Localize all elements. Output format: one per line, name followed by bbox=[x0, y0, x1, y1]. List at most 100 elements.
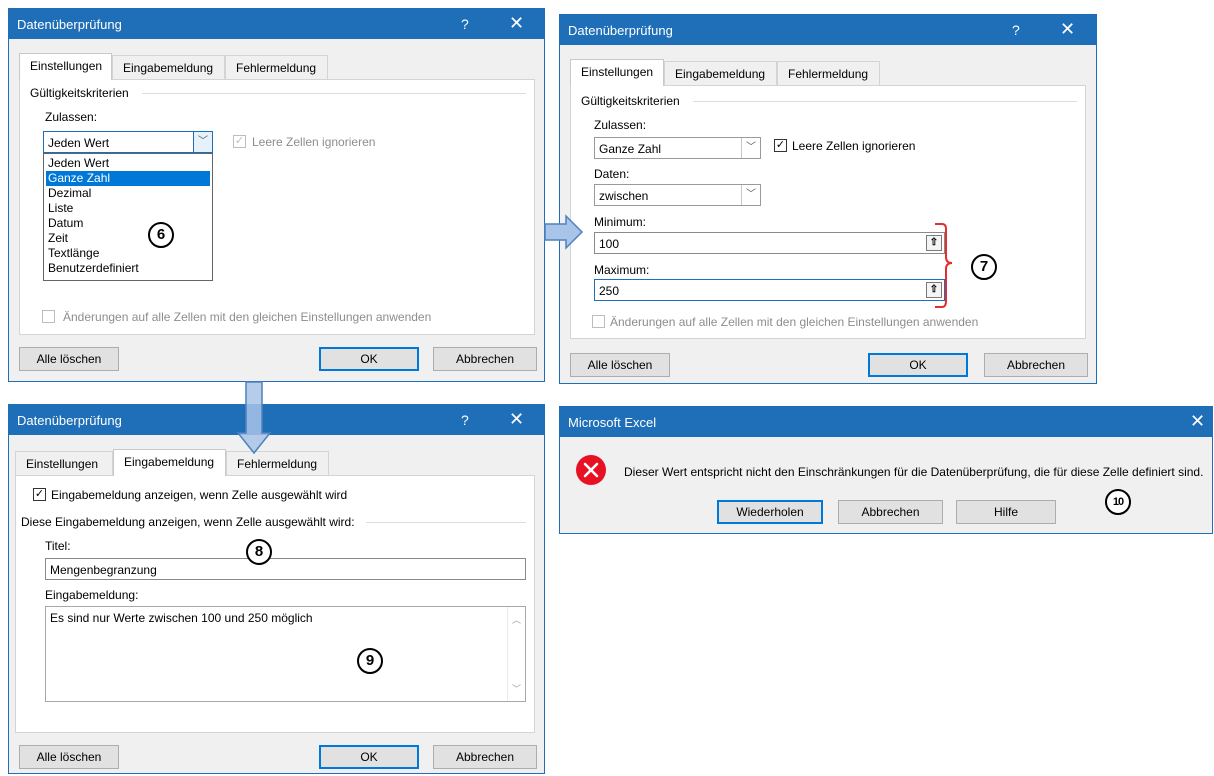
title-input[interactable]: Mengenbegranzung bbox=[45, 558, 526, 580]
tab-input-message[interactable]: Eingabemeldung bbox=[113, 449, 226, 476]
show-input-message-label: Eingabemeldung anzeigen, wenn Zelle ausg… bbox=[51, 488, 348, 502]
dropdown-option[interactable]: Liste bbox=[46, 201, 210, 216]
tab-label: Eingabemeldung bbox=[124, 455, 215, 469]
scroll-down-icon[interactable]: ﹀ bbox=[508, 682, 525, 695]
tab-input-message[interactable]: Eingabemeldung bbox=[112, 55, 225, 79]
data-select[interactable]: zwischen ﹀ bbox=[594, 184, 761, 206]
close-icon[interactable]: ✕ bbox=[1060, 19, 1075, 40]
help-label: Hilfe bbox=[993, 505, 1018, 519]
cancel-label: Abbrechen bbox=[455, 750, 515, 764]
minimum-value: 100 bbox=[599, 237, 620, 251]
flow-arrow-right bbox=[544, 214, 584, 250]
cancel-label: Abbrechen bbox=[455, 352, 515, 366]
title-label: Titel: bbox=[45, 539, 71, 553]
group-divider bbox=[366, 522, 526, 523]
minimum-input[interactable]: 100 ⇧ bbox=[594, 232, 945, 254]
dropdown-option[interactable]: Zeit bbox=[46, 231, 210, 246]
tab-label: Fehlermeldung bbox=[788, 67, 869, 81]
close-icon[interactable]: ✕ bbox=[509, 409, 524, 430]
cancel-label: Abbrechen bbox=[1006, 358, 1066, 372]
message-textarea[interactable]: Es sind nur Werte zwischen 100 und 250 m… bbox=[45, 606, 526, 702]
title-bar: Microsoft Excel ✕ bbox=[560, 407, 1212, 437]
ok-label: OK bbox=[360, 352, 378, 366]
group-divider bbox=[142, 93, 526, 94]
help-button[interactable]: Hilfe bbox=[956, 500, 1056, 524]
tab-input-message[interactable]: Eingabemeldung bbox=[664, 61, 777, 85]
step-marker-8: 8 bbox=[246, 539, 272, 565]
title-bar: Datenüberprüfung ? ✕ bbox=[560, 15, 1096, 45]
message-scrollbar[interactable]: ︿ ﹀ bbox=[507, 607, 525, 701]
apply-all-checkbox[interactable] bbox=[42, 310, 55, 323]
ignore-blank-label: Leere Zellen ignorieren bbox=[792, 139, 916, 153]
ignore-blank-checkbox[interactable]: ✓ bbox=[233, 135, 246, 148]
dialog-title: Datenüberprüfung bbox=[17, 17, 122, 32]
minimum-label: Minimum: bbox=[594, 215, 647, 229]
allow-select-value: Jeden Wert bbox=[48, 136, 110, 150]
data-label: Daten: bbox=[594, 167, 630, 181]
allow-select-value: Ganze Zahl bbox=[599, 142, 662, 156]
group-divider bbox=[693, 101, 1077, 102]
tab-label: Fehlermeldung bbox=[237, 457, 318, 471]
tab-error-alert[interactable]: Fehlermeldung bbox=[225, 55, 328, 79]
step-marker-10: 10 bbox=[1105, 489, 1131, 515]
help-icon[interactable]: ? bbox=[461, 16, 469, 32]
clear-all-button[interactable]: Alle löschen bbox=[19, 745, 119, 769]
cancel-button[interactable]: Abbrechen bbox=[433, 347, 537, 371]
ok-label: OK bbox=[360, 750, 378, 764]
tab-settings[interactable]: Einstellungen bbox=[19, 53, 112, 80]
chevron-down-icon[interactable]: ﹀ bbox=[193, 132, 212, 152]
cancel-button[interactable]: Abbrechen bbox=[433, 745, 537, 769]
title-value: Mengenbegranzung bbox=[50, 563, 157, 577]
dropdown-option[interactable]: Benutzerdefiniert bbox=[46, 261, 210, 276]
clear-all-label: Alle löschen bbox=[36, 352, 102, 366]
dropdown-option-selected[interactable]: Ganze Zahl bbox=[46, 171, 210, 186]
dropdown-option[interactable]: Textlänge bbox=[46, 246, 210, 261]
apply-all-label: Änderungen auf alle Zellen mit den gleic… bbox=[63, 310, 432, 324]
tab-settings[interactable]: Einstellungen bbox=[15, 451, 113, 475]
tab-settings[interactable]: Einstellungen bbox=[570, 59, 664, 86]
cancel-label: Abbrechen bbox=[861, 505, 920, 519]
title-bar: Datenüberprüfung ? ✕ bbox=[9, 405, 544, 435]
dialog-excel-error: Microsoft Excel ✕ Dieser Wert entspricht… bbox=[559, 406, 1213, 534]
allow-label: Zulassen: bbox=[594, 118, 647, 132]
allow-select[interactable]: Jeden Wert ﹀ bbox=[43, 131, 213, 153]
apply-all-checkbox[interactable] bbox=[592, 315, 605, 328]
tab-label: Eingabemeldung bbox=[675, 67, 766, 81]
maximum-input[interactable]: 250 ⇧ bbox=[594, 279, 945, 301]
help-icon[interactable]: ? bbox=[461, 412, 469, 428]
dropdown-option[interactable]: Datum bbox=[46, 216, 210, 231]
maximum-label: Maximum: bbox=[594, 263, 650, 277]
dialog-data-validation-settings-dropdown: Datenüberprüfung ? ✕ Einstellungen Einga… bbox=[8, 8, 545, 382]
apply-all-label: Änderungen auf alle Zellen mit den gleic… bbox=[610, 315, 979, 329]
ok-button[interactable]: OK bbox=[319, 745, 419, 769]
show-input-message-checkbox[interactable]: ✓ bbox=[33, 488, 46, 501]
chevron-down-icon[interactable]: ﹀ bbox=[741, 185, 760, 205]
tab-error-alert[interactable]: Fehlermeldung bbox=[777, 61, 880, 85]
dialog-title: Microsoft Excel bbox=[568, 415, 657, 430]
error-message: Dieser Wert entspricht nicht den Einschr… bbox=[624, 465, 1204, 479]
dialog-title: Datenüberprüfung bbox=[17, 413, 122, 428]
input-message-panel: ✓ Eingabemeldung anzeigen, wenn Zelle au… bbox=[15, 475, 535, 733]
cancel-button[interactable]: Abbrechen bbox=[838, 500, 943, 524]
clear-all-button[interactable]: Alle löschen bbox=[19, 347, 119, 371]
tab-label: Fehlermeldung bbox=[236, 61, 317, 75]
retry-button[interactable]: Wiederholen bbox=[717, 500, 823, 524]
allow-label: Zulassen: bbox=[45, 110, 98, 124]
cancel-button[interactable]: Abbrechen bbox=[984, 353, 1088, 377]
ok-label: OK bbox=[909, 358, 927, 372]
ok-button[interactable]: OK bbox=[868, 353, 968, 377]
dropdown-option[interactable]: Dezimal bbox=[46, 186, 210, 201]
ignore-blank-checkbox[interactable]: ✓ bbox=[774, 139, 787, 152]
ok-button[interactable]: OK bbox=[319, 347, 419, 371]
dropdown-option[interactable]: Jeden Wert bbox=[46, 156, 210, 171]
dialog-title: Datenüberprüfung bbox=[568, 23, 673, 38]
close-icon[interactable]: ✕ bbox=[509, 13, 524, 34]
clear-all-button[interactable]: Alle löschen bbox=[570, 353, 670, 377]
dialog-data-validation-settings-whole-number: Datenüberprüfung ? ✕ Einstellungen Einga… bbox=[559, 14, 1097, 384]
help-icon[interactable]: ? bbox=[1012, 22, 1020, 38]
allow-select[interactable]: Ganze Zahl ﹀ bbox=[594, 137, 761, 159]
message-value: Es sind nur Werte zwischen 100 und 250 m… bbox=[50, 611, 313, 625]
close-icon[interactable]: ✕ bbox=[1190, 411, 1205, 432]
chevron-down-icon[interactable]: ﹀ bbox=[741, 138, 760, 158]
scroll-up-icon[interactable]: ︿ bbox=[508, 613, 525, 626]
